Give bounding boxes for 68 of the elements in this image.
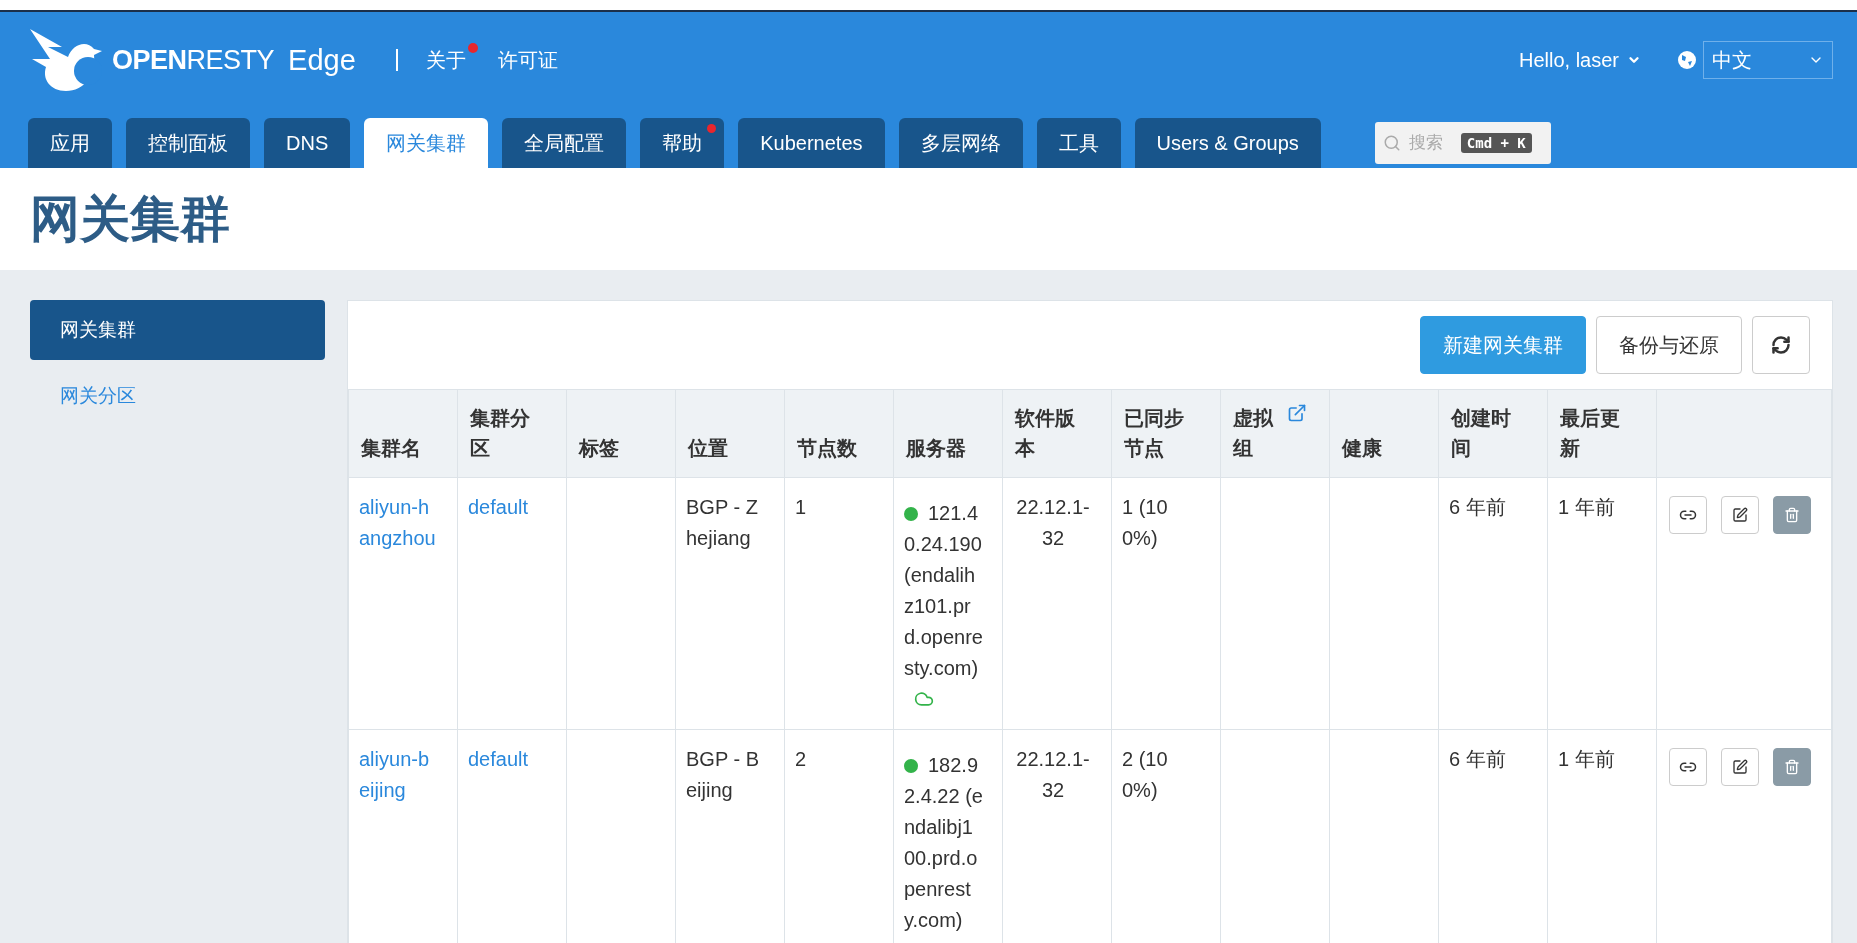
nav-tab[interactable]: 网关集群	[364, 118, 489, 168]
nav-tab[interactable]: Kubernetes	[738, 118, 885, 168]
page-title: 网关集群	[30, 189, 230, 249]
edit-button[interactable]	[1721, 748, 1759, 786]
nav-tab[interactable]: 工具	[1036, 118, 1121, 168]
updated-time: 1 年前	[1558, 748, 1615, 770]
backup-restore-button[interactable]: 备份与还原	[1596, 316, 1742, 374]
column-header: 集群名	[348, 389, 458, 478]
server-text: 182.92.4.22 (endalibj100.prd.openresty.com)	[904, 754, 983, 931]
location-text: BGP - Beijing	[686, 747, 760, 803]
product-name: Edge	[288, 43, 356, 77]
nav-tab[interactable]: 控制面板	[126, 118, 250, 168]
column-header: 已同步节点	[1111, 389, 1221, 478]
nav-tab[interactable]: Users & Groups	[1134, 118, 1321, 168]
refresh-button[interactable]	[1752, 316, 1810, 374]
header-link[interactable]: 许可证	[497, 46, 558, 74]
column-header: 健康	[1329, 389, 1439, 478]
nav-tab[interactable]: 帮助	[640, 118, 725, 168]
column-header: 标签	[566, 389, 676, 478]
version-text: 22.12.1-32	[1015, 495, 1091, 551]
partition-link[interactable]: default	[468, 492, 548, 523]
sidebar-item[interactable]: 网关集群	[30, 300, 325, 360]
search-field[interactable]: 搜索 Cmd + K	[1374, 122, 1551, 164]
column-header: 最后更新	[1547, 389, 1657, 478]
column-header: 集群分区	[457, 389, 567, 478]
column-header: 软件版本	[1002, 389, 1112, 478]
node-count: 1	[795, 496, 807, 518]
edit-icon	[1732, 507, 1748, 523]
link-button[interactable]	[1669, 496, 1707, 534]
column-header: 虚拟组	[1220, 389, 1330, 478]
trash-icon	[1784, 507, 1800, 523]
updated-time: 1 年前	[1558, 496, 1615, 518]
edit-button[interactable]	[1721, 496, 1759, 534]
globe-icon	[1677, 50, 1697, 70]
column-header: 创建时间	[1438, 389, 1548, 478]
cluster-name-link[interactable]: aliyun-hangzhou	[359, 492, 439, 554]
synced-nodes-text: 1 (100%)	[1122, 495, 1169, 551]
logo-text: OPENRESTY	[112, 44, 275, 76]
created-time: 6 年前	[1449, 496, 1506, 518]
search-icon	[1382, 134, 1401, 152]
refresh-icon	[1771, 335, 1791, 355]
column-header: 服务器	[893, 389, 1003, 478]
created-time: 6 年前	[1449, 748, 1506, 770]
edit-icon	[1732, 759, 1748, 775]
nav-tab[interactable]: 多层网络	[898, 118, 1023, 168]
delete-button[interactable]	[1773, 748, 1811, 786]
trash-icon	[1784, 759, 1800, 775]
nav-tab[interactable]: 全局配置	[502, 118, 627, 168]
header-link[interactable]: 关于	[425, 46, 478, 74]
column-header: 节点数	[784, 389, 894, 478]
node-count: 2	[795, 748, 807, 770]
version-text: 22.12.1-32	[1015, 747, 1091, 803]
link-button[interactable]	[1669, 748, 1707, 786]
column-header: 位置	[675, 389, 785, 478]
external-link-icon[interactable]	[1287, 403, 1307, 423]
user-menu[interactable]: Hello, laser	[1512, 47, 1647, 73]
search-input[interactable]: 搜索	[1406, 132, 1455, 154]
language-select[interactable]: 中文	[1703, 41, 1833, 79]
server-text: 121.40.24.190 (endalihz101.prd.openresty.com)	[904, 502, 983, 679]
nav-tab[interactable]: DNS	[264, 118, 351, 168]
location-text: BGP - Zhejiang	[686, 495, 759, 551]
delete-button[interactable]	[1773, 496, 1811, 534]
nav-tab[interactable]: 应用	[28, 118, 112, 168]
partition-link[interactable]: default	[468, 744, 548, 775]
notification-dot	[707, 124, 717, 133]
shortcut-key: Cmd + K	[1460, 133, 1532, 153]
synced-nodes-text: 2 (100%)	[1122, 747, 1169, 803]
notification-dot	[467, 42, 478, 53]
